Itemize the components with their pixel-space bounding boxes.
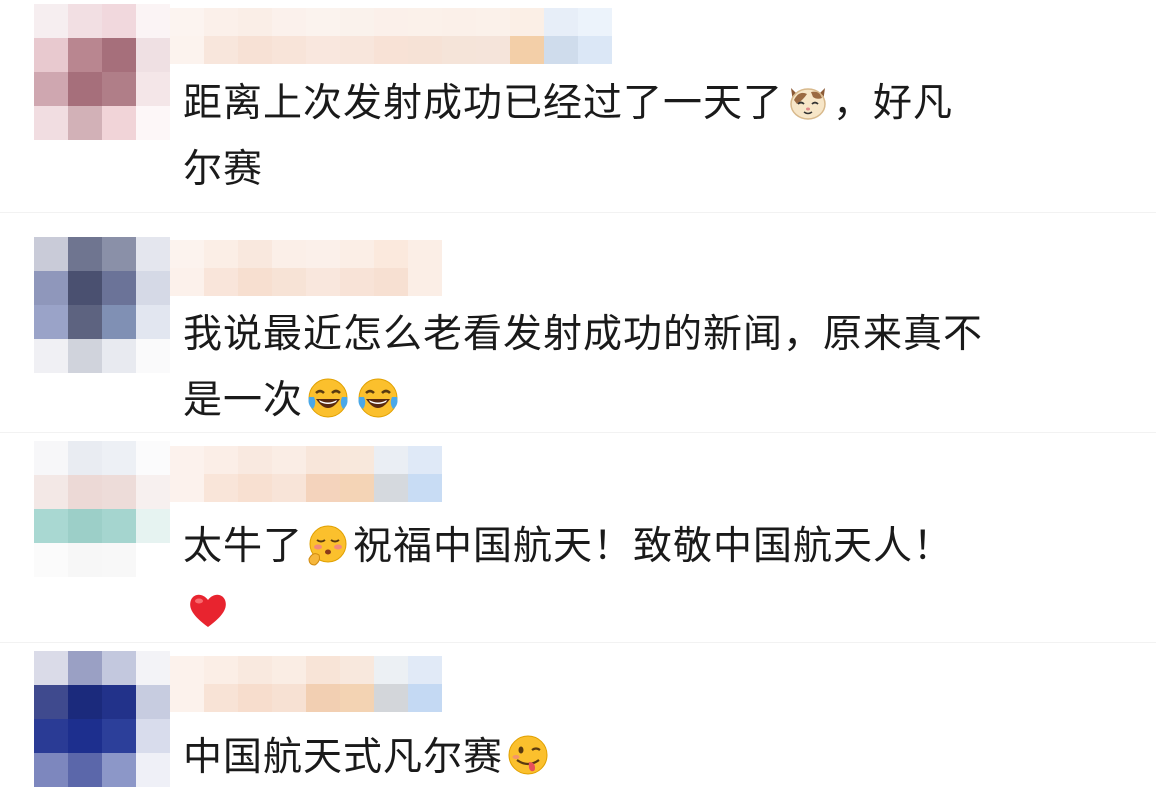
comment-text: 太牛了 祝福中国航天！致敬中国航天人！ xyxy=(183,514,953,646)
comment-text-line: ，好凡 xyxy=(833,81,954,126)
comment-text-line: 中国航天式凡尔赛 xyxy=(183,735,504,780)
avatar[interactable] xyxy=(34,237,170,373)
comment-text-line: 尔赛 xyxy=(183,147,264,192)
username[interactable] xyxy=(170,240,442,296)
avatar[interactable] xyxy=(34,651,170,787)
blushing-face-icon xyxy=(305,521,351,567)
comment-text-line: 我说最近怎么老看发射成功的新闻，原来真不 xyxy=(183,312,984,357)
comment-text-line: 距离上次发射成功已经过了一天了 xyxy=(183,81,784,126)
comment-text: 我说最近怎么老看发射成功的新闻，原来真不 是一次 xyxy=(183,302,983,434)
comment-text-line: 是一次 xyxy=(183,378,304,423)
comment-text: 距离上次发射成功已经过了一天了 ，好凡 尔赛 xyxy=(183,71,953,203)
savoring-face-icon xyxy=(505,732,551,778)
avatar[interactable] xyxy=(34,441,170,577)
comment-text-line: 太牛了 xyxy=(183,524,304,569)
avatar[interactable] xyxy=(34,4,170,140)
tears-of-joy-icon xyxy=(355,375,401,421)
divider xyxy=(0,432,1156,433)
comment-text-line: 祝福中国航天！致敬中国航天人！ xyxy=(353,524,954,569)
username[interactable] xyxy=(170,656,442,712)
username[interactable] xyxy=(170,446,442,502)
tears-of-joy-icon xyxy=(305,375,351,421)
red-heart-icon xyxy=(185,587,231,633)
divider xyxy=(0,642,1156,643)
cat-face-icon xyxy=(785,78,831,124)
comment-text: 中国航天式凡尔赛 xyxy=(183,725,553,791)
username[interactable] xyxy=(170,8,612,64)
divider xyxy=(0,212,1156,213)
